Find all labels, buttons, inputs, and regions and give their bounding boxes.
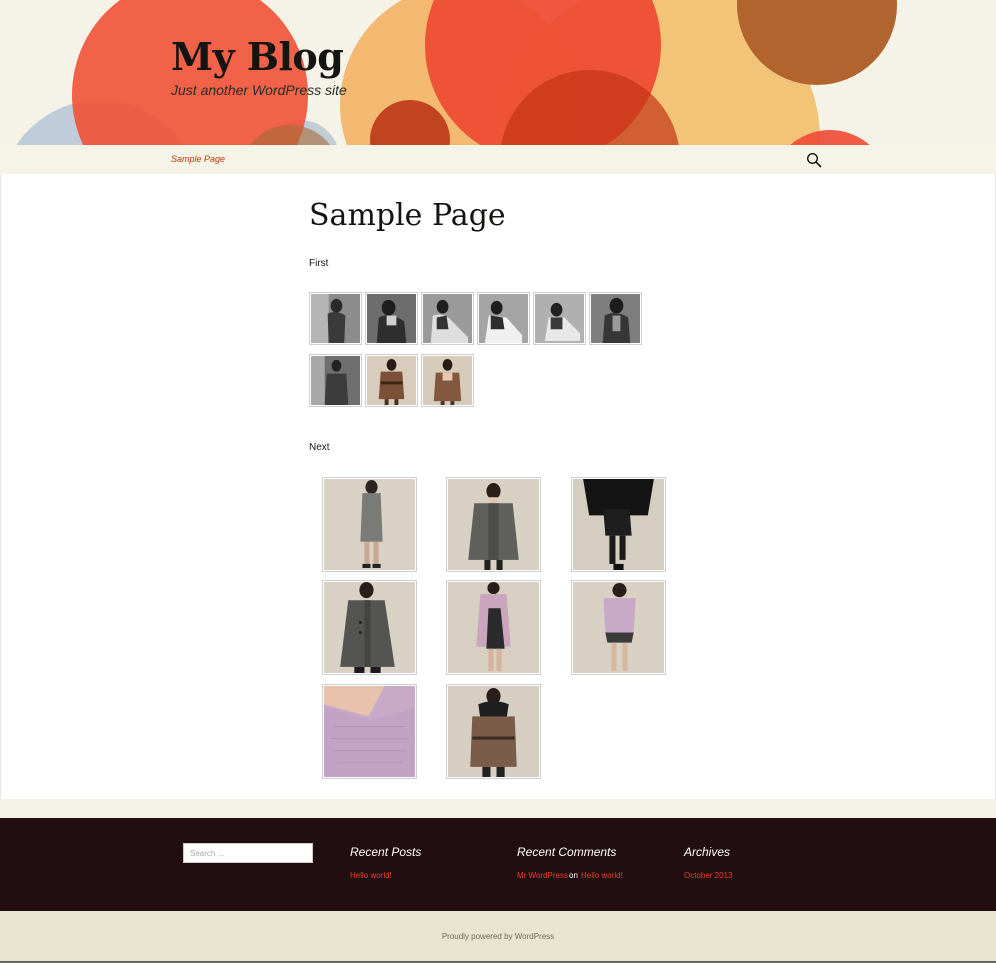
gallery-thumb[interactable] bbox=[446, 477, 541, 572]
recent-posts-title: Recent Posts bbox=[350, 845, 422, 859]
site-header: My Blog Just another WordPress site bbox=[0, 0, 996, 145]
recent-post-link[interactable]: Hello world! bbox=[350, 871, 392, 880]
gallery-thumb[interactable] bbox=[365, 292, 418, 345]
footer-widgets: Recent Posts Hello world! Recent Comment… bbox=[0, 818, 996, 911]
gallery-thumb[interactable] bbox=[322, 477, 417, 572]
gallery-thumb[interactable] bbox=[477, 292, 530, 345]
gallery-thumb[interactable] bbox=[589, 292, 642, 345]
gallery-label-next: Next bbox=[309, 442, 330, 453]
gallery-thumb[interactable] bbox=[322, 684, 417, 779]
wordpress-credit-link[interactable]: Proudly powered by WordPress bbox=[442, 932, 554, 941]
gallery-thumb[interactable] bbox=[365, 354, 418, 407]
main-content: Sample Page First Next bbox=[0, 174, 996, 799]
gallery-thumb[interactable] bbox=[446, 580, 541, 675]
archive-link[interactable]: October 2013 bbox=[684, 871, 732, 880]
gallery-thumb[interactable] bbox=[421, 354, 474, 407]
gallery-thumb[interactable] bbox=[421, 292, 474, 345]
site-tagline: Just another WordPress site bbox=[171, 82, 347, 98]
gallery-thumb[interactable] bbox=[322, 580, 417, 675]
main-navigation: Sample Page bbox=[0, 145, 996, 174]
search-icon[interactable] bbox=[806, 152, 822, 168]
gallery-thumb[interactable] bbox=[533, 292, 586, 345]
comment-post-link[interactable]: Hello world! bbox=[581, 871, 623, 880]
page-title: Sample Page bbox=[309, 198, 506, 233]
gallery-thumb[interactable] bbox=[571, 477, 666, 572]
comment-connector: on bbox=[569, 871, 578, 880]
gallery-thumb[interactable] bbox=[571, 580, 666, 675]
site-info: Proudly powered by WordPress bbox=[0, 911, 996, 963]
comment-author-link[interactable]: Mr WordPress bbox=[517, 871, 568, 880]
gallery-label-first: First bbox=[309, 258, 329, 269]
content-footer-gap bbox=[0, 799, 996, 818]
header-circles-artwork bbox=[16, 0, 897, 145]
recent-comments-title: Recent Comments bbox=[517, 845, 617, 859]
archives-title: Archives bbox=[684, 845, 731, 859]
gallery-thumb[interactable] bbox=[309, 292, 362, 345]
gallery-thumb[interactable] bbox=[309, 354, 362, 407]
nav-link-sample-page[interactable]: Sample Page bbox=[171, 154, 225, 164]
gallery-thumb[interactable] bbox=[446, 684, 541, 779]
site-title[interactable]: My Blog bbox=[171, 34, 344, 79]
footer-search-input[interactable] bbox=[183, 843, 313, 863]
